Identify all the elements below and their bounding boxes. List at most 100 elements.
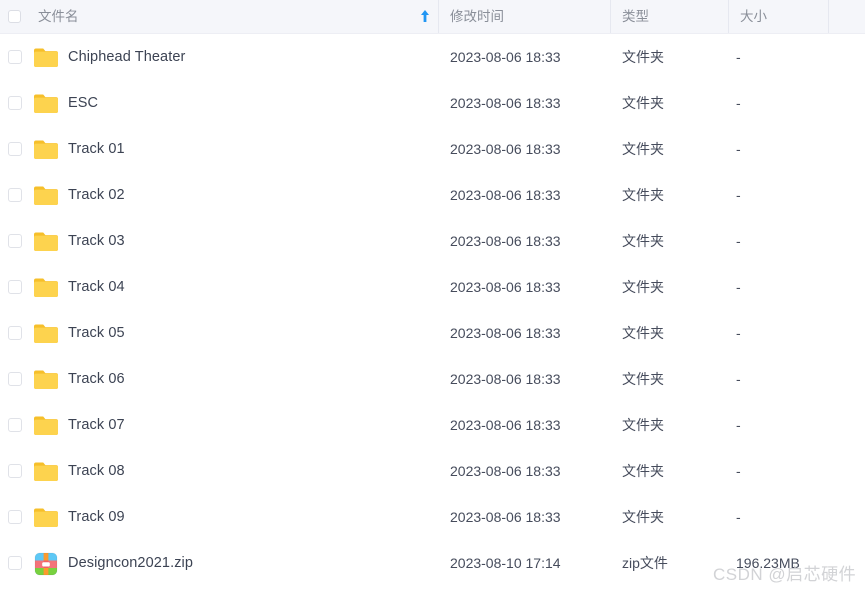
column-divider-2[interactable]	[610, 0, 611, 33]
table-row[interactable]: Designcon2021.zip 2023-08-10 17:14 zip文件 19…	[0, 540, 865, 586]
file-date-cell: 2023-08-10 17:14	[450, 555, 561, 571]
file-type-cell: 文件夹	[622, 417, 664, 433]
column-header-size[interactable]: 大小	[740, 0, 767, 33]
folder-icon	[33, 276, 59, 300]
file-name-cell[interactable]: Track 08	[68, 448, 125, 494]
table-row[interactable]: Chiphead Theater 2023-08-06 18:33 文件夹 -	[0, 34, 865, 80]
file-list-body: Chiphead Theater 2023-08-06 18:33 文件夹 - ESC 2…	[0, 34, 865, 586]
column-header-name-label: 文件名	[38, 9, 79, 24]
table-row[interactable]: Track 08 2023-08-06 18:33 文件夹 -	[0, 448, 865, 494]
folder-icon	[33, 414, 59, 438]
table-row[interactable]: Track 06 2023-08-06 18:33 文件夹 -	[0, 356, 865, 402]
file-type-cell: 文件夹	[622, 371, 664, 387]
file-name-cell[interactable]: Track 07	[68, 402, 125, 448]
file-name-cell[interactable]: Track 09	[68, 494, 125, 540]
file-size-cell: -	[736, 141, 741, 157]
file-name-cell[interactable]: Track 02	[68, 172, 125, 218]
row-checkbox[interactable]	[8, 556, 22, 570]
file-type-cell: 文件夹	[622, 187, 664, 203]
file-size-cell: -	[736, 279, 741, 295]
arrow-up-icon[interactable]	[418, 8, 432, 24]
row-checkbox[interactable]	[8, 418, 22, 432]
file-size-cell: -	[736, 95, 741, 111]
file-type-cell: 文件夹	[622, 141, 664, 157]
file-date-cell: 2023-08-06 18:33	[450, 325, 561, 341]
file-list-panel: 文件名 修改时间 类型 大小 Chiphead Theater 2023-08-0…	[0, 0, 865, 592]
file-size-cell: -	[736, 187, 741, 203]
folder-icon	[33, 92, 59, 116]
file-date-cell: 2023-08-06 18:33	[450, 187, 561, 203]
file-size-cell: -	[736, 233, 741, 249]
column-divider-4[interactable]	[828, 0, 829, 33]
file-list-header: 文件名 修改时间 类型 大小	[0, 0, 865, 34]
file-date-cell: 2023-08-06 18:33	[450, 233, 561, 249]
file-date-cell: 2023-08-06 18:33	[450, 49, 561, 65]
table-row[interactable]: Track 09 2023-08-06 18:33 文件夹 -	[0, 494, 865, 540]
file-type-cell: 文件夹	[622, 49, 664, 65]
file-name-cell[interactable]: Designcon2021.zip	[68, 540, 193, 586]
file-name-cell[interactable]: Chiphead Theater	[68, 34, 185, 80]
file-date-cell: 2023-08-06 18:33	[450, 509, 561, 525]
folder-icon	[33, 368, 59, 392]
table-row[interactable]: Track 03 2023-08-06 18:33 文件夹 -	[0, 218, 865, 264]
row-checkbox[interactable]	[8, 96, 22, 110]
file-date-cell: 2023-08-06 18:33	[450, 95, 561, 111]
row-checkbox[interactable]	[8, 280, 22, 294]
row-checkbox[interactable]	[8, 234, 22, 248]
table-row[interactable]: Track 05 2023-08-06 18:33 文件夹 -	[0, 310, 865, 356]
file-size-cell: -	[736, 325, 741, 341]
file-size-cell: -	[736, 371, 741, 387]
row-checkbox[interactable]	[8, 326, 22, 340]
folder-icon	[33, 230, 59, 254]
table-row[interactable]: ESC 2023-08-06 18:33 文件夹 -	[0, 80, 865, 126]
file-name-cell[interactable]: Track 04	[68, 264, 125, 310]
file-type-cell: 文件夹	[622, 325, 664, 341]
file-name-cell[interactable]: Track 01	[68, 126, 125, 172]
table-row[interactable]: Track 02 2023-08-06 18:33 文件夹 -	[0, 172, 865, 218]
file-type-cell: 文件夹	[622, 95, 664, 111]
file-name-cell[interactable]: ESC	[68, 80, 98, 126]
column-header-type-label: 类型	[622, 9, 649, 24]
column-header-date-label: 修改时间	[450, 9, 504, 24]
file-date-cell: 2023-08-06 18:33	[450, 141, 561, 157]
folder-icon	[33, 138, 59, 162]
file-type-cell: 文件夹	[622, 463, 664, 479]
row-checkbox[interactable]	[8, 372, 22, 386]
select-all-checkbox[interactable]	[8, 10, 21, 23]
file-date-cell: 2023-08-06 18:33	[450, 371, 561, 387]
folder-icon	[33, 506, 59, 530]
table-row[interactable]: Track 07 2023-08-06 18:33 文件夹 -	[0, 402, 865, 448]
file-size-cell: 196.23MB	[736, 555, 800, 571]
row-checkbox[interactable]	[8, 188, 22, 202]
file-name-cell[interactable]: Track 03	[68, 218, 125, 264]
file-name-cell[interactable]: Track 06	[68, 356, 125, 402]
file-size-cell: -	[736, 509, 741, 525]
file-size-cell: -	[736, 463, 741, 479]
row-checkbox[interactable]	[8, 142, 22, 156]
table-row[interactable]: Track 04 2023-08-06 18:33 文件夹 -	[0, 264, 865, 310]
file-date-cell: 2023-08-06 18:33	[450, 417, 561, 433]
file-size-cell: -	[736, 49, 741, 65]
row-checkbox[interactable]	[8, 464, 22, 478]
column-header-date[interactable]: 修改时间	[450, 0, 504, 33]
file-date-cell: 2023-08-06 18:33	[450, 279, 561, 295]
row-checkbox[interactable]	[8, 510, 22, 524]
row-checkbox[interactable]	[8, 50, 22, 64]
file-type-cell: 文件夹	[622, 233, 664, 249]
table-row[interactable]: Track 01 2023-08-06 18:33 文件夹 -	[0, 126, 865, 172]
folder-icon	[33, 322, 59, 346]
file-type-cell: 文件夹	[622, 509, 664, 525]
file-date-cell: 2023-08-06 18:33	[450, 463, 561, 479]
file-size-cell: -	[736, 417, 741, 433]
column-header-type[interactable]: 类型	[622, 0, 649, 33]
folder-icon	[33, 460, 59, 484]
column-divider-1[interactable]	[438, 0, 439, 33]
column-divider-3[interactable]	[728, 0, 729, 33]
file-type-cell: 文件夹	[622, 279, 664, 295]
file-name-cell[interactable]: Track 05	[68, 310, 125, 356]
folder-icon	[33, 184, 59, 208]
folder-icon	[33, 46, 59, 70]
column-header-name[interactable]: 文件名	[38, 0, 79, 33]
file-type-cell: zip文件	[622, 555, 668, 571]
zip-archive-icon	[33, 552, 59, 576]
